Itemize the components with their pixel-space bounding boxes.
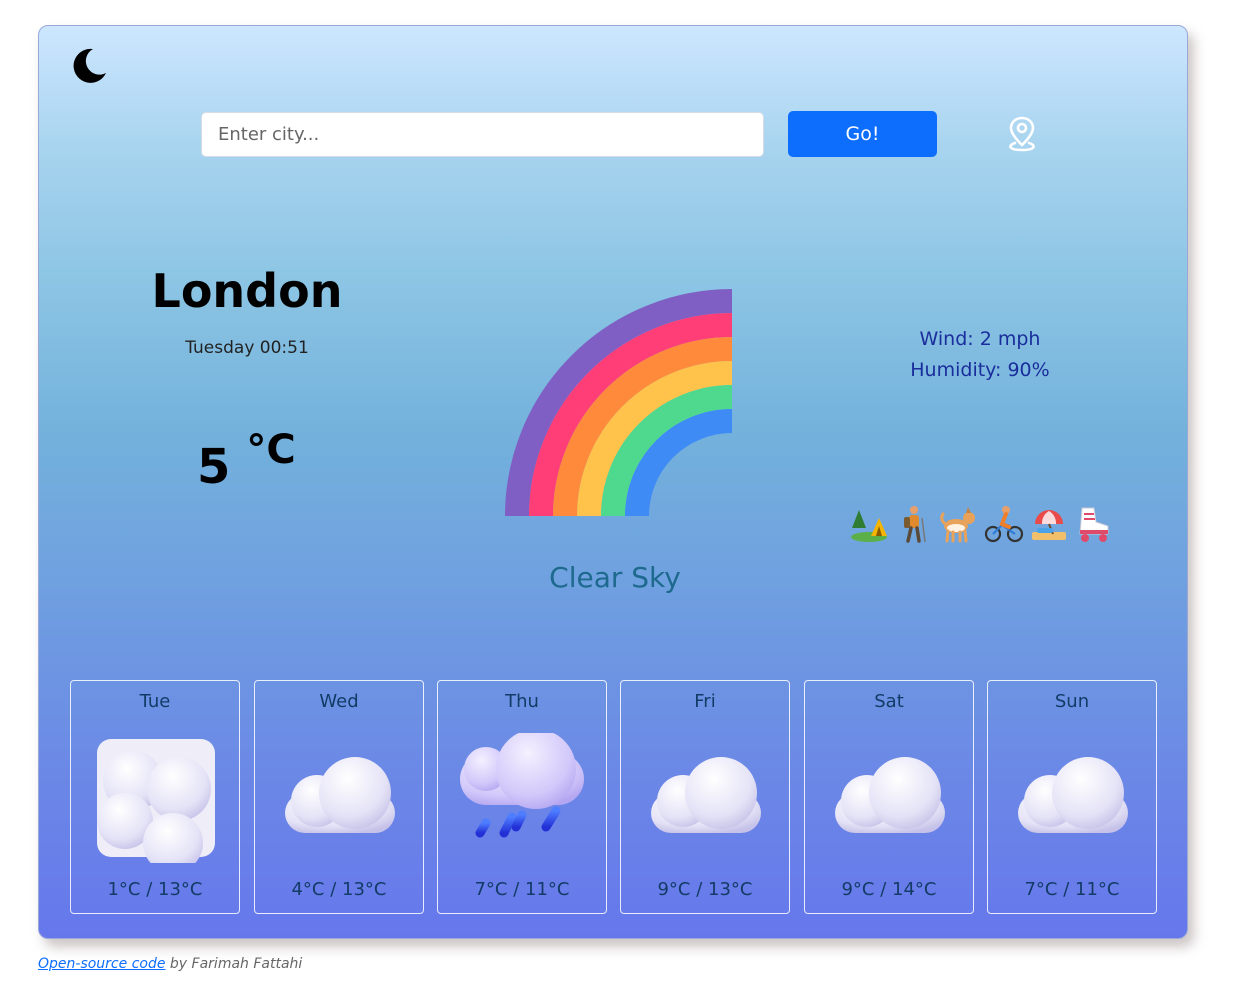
footer-credit: by Farimah Fattahi [165,956,303,972]
cycling-icon [984,506,1024,543]
map-pin-icon[interactable] [1003,114,1041,156]
cloud-icon [285,757,395,833]
source-code-link[interactable]: Open-source code [38,956,165,972]
forecast-day-name: Wed [319,691,359,712]
wind-speed: Wind: 2 mph [919,328,1041,350]
beach-icon [1032,510,1066,540]
go-button[interactable]: Go! [788,111,937,157]
date-time: Tuesday 00:51 [185,338,309,358]
forecast-day-name: Sun [1054,691,1090,712]
activity-suggestions [849,504,1114,544]
temperature-unit[interactable]: °C [246,427,295,473]
humidity: Humidity: 90% [910,359,1050,381]
forecast-row: Tue 1°C / 13°C Wed 4°C / 13°C Thu 7°C / … [70,680,1160,914]
rain-cloud-icon [460,733,584,838]
dog-walking-icon [940,507,975,543]
forecast-day-card: Tue 1°C / 13°C [70,680,240,914]
search-input[interactable] [201,112,764,157]
cloud-icon [1018,757,1128,833]
weather-card: Go! London Tuesday 00:51 5 °C Clear Sky W… [38,25,1188,939]
forecast-temp-range: 9°C / 13°C [657,879,753,900]
temperature-value: 5 [197,439,231,495]
forecast-day-name: Sat [874,691,904,712]
forecast-day-card: Fri 9°C / 13°C [620,680,790,914]
forecast-day-card: Sun 7°C / 11°C [987,680,1157,914]
cloud-icon [835,757,945,833]
forecast-temp-range: 7°C / 11°C [474,879,570,900]
camping-icon [851,510,887,542]
forecast-day-card: Wed 4°C / 13°C [254,680,424,914]
forecast-day-card: Thu 7°C / 11°C [437,680,607,914]
forecast-temp-range: 7°C / 11°C [1024,879,1120,900]
footer: Open-source code by Farimah Fattahi [38,956,302,972]
current-temperature: 5 °C [197,427,296,495]
forecast-day-name: Tue [139,691,171,712]
moon-icon[interactable] [69,46,109,86]
forecast-temp-range: 9°C / 14°C [841,879,937,900]
forecast-day-name: Thu [505,691,539,712]
forecast-day-card: Sat 9°C / 14°C [804,680,974,914]
forecast-temp-range: 4°C / 13°C [291,879,387,900]
weather-description: Clear Sky [549,561,681,594]
hiking-icon [904,506,926,543]
forecast-day-name: Fri [694,691,716,712]
city-name: London [151,264,343,318]
cloud-icon [651,757,761,833]
rainbow-icon [505,289,733,517]
roller-skating-icon [1079,507,1109,542]
overcast-clouds-icon [97,739,215,863]
weather-stats: Wind: 2 mph Humidity: 90% [889,324,1071,386]
forecast-temp-range: 1°C / 13°C [107,879,203,900]
